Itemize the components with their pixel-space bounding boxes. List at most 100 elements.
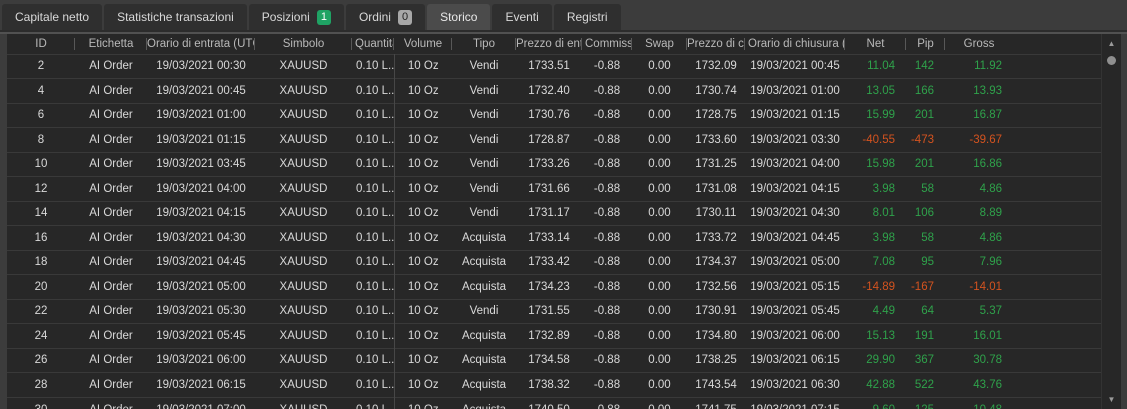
cell: 0.00 [648,329,671,342]
cell: AI Order [89,158,133,171]
cell: 0.10 L... [352,250,395,275]
column-header[interactable]: Prezzo di chi.. [687,34,745,54]
cell: -0.88 [593,305,621,318]
cell: 10 Oz [407,231,439,244]
table-row[interactable]: 4 AI Order 19/03/2021 00:45 XAUUSD 0.10 L...… [7,78,1101,103]
cell: 1730.11 [695,207,737,220]
cell: 19/03/2021 04:15 [750,182,840,195]
table-row[interactable]: 22 AI Order 19/03/2021 05:30 XAUUSD 0.10 L..… [7,299,1101,324]
table-row[interactable]: 26 AI Order 19/03/2021 06:00 XAUUSD 0.10 L..… [7,348,1101,373]
cell: 0.10 L... [352,323,395,348]
table-header-row: IDEtichettaOrario di entrata (UTC..Simbo… [7,34,1101,54]
tab-ordini[interactable]: Ordini 0 [345,4,426,30]
table-row[interactable]: 2 AI Order 19/03/2021 00:30 XAUUSD 0.10 L...… [7,54,1101,79]
cell: Acquista [461,256,507,269]
table-row[interactable]: 14 AI Order 19/03/2021 04:15 XAUUSD 0.10 L..… [7,201,1101,226]
cell: 0.00 [648,182,671,195]
cell: 0.00 [648,305,671,318]
cell: AI Order [89,231,133,244]
scrollbar-thumb[interactable] [1107,56,1116,65]
tab-bar: Capitale netto Statistiche transazioni P… [0,0,1127,30]
column-header[interactable]: Etichetta [75,34,147,54]
tab-label: Posizioni [261,10,310,24]
column-header[interactable]: Tipo [452,34,516,54]
cell: 1733.26 [528,158,570,171]
tab-posizioni[interactable]: Posizioni 1 [248,4,344,30]
cell: 13.05 [866,84,895,97]
cell: 0.00 [632,397,687,409]
cell: 1740.50 [516,397,582,409]
tab-capitale-netto[interactable]: Capitale netto [2,4,103,30]
table-row[interactable]: 10 AI Order 19/03/2021 03:45 XAUUSD 0.10 L..… [7,152,1101,177]
cell: 1738.25 [695,354,737,367]
cell: 12 [34,182,48,195]
table-row[interactable]: 12 AI Order 19/03/2021 04:00 XAUUSD 0.10 L..… [7,176,1101,202]
column-header[interactable]: Quantità [352,34,394,54]
cell: 1741.75 [687,397,745,409]
cell: 1728.75 [695,109,737,122]
table-row[interactable]: 30AI Order19/03/2021 07:00XAUUSD0.10 L..… [7,397,1101,409]
column-header[interactable]: Orario di chiusura (U... [745,34,845,54]
column-header[interactable]: Prezzo di ent.. [516,34,582,54]
cell-filler [1013,152,1101,177]
table-row[interactable]: 6 AI Order 19/03/2021 01:00 XAUUSD 0.10 L...… [7,103,1101,128]
tab-label: Statistiche transazioni [117,10,234,24]
cell: 1731.66 [528,182,570,195]
cell: 19/03/2021 04:00 [750,158,840,171]
cell: -0.88 [593,378,621,391]
column-header[interactable]: Net [845,34,906,54]
cell: Vendi [469,133,499,146]
cell: 1728.87 [528,133,570,146]
cell: XAUUSD [279,378,328,391]
tab-statistiche-transazioni[interactable]: Statistiche transazioni [104,4,247,30]
table-row[interactable]: 18 AI Order 19/03/2021 04:45 XAUUSD 0.10 L..… [7,250,1101,275]
column-header[interactable]: Commissioni [582,34,632,54]
cell-filler [1013,250,1101,275]
cell: -0.88 [593,280,621,293]
cell: 19/03/2021 07:00 [147,397,255,409]
column-header[interactable]: ID [7,34,75,54]
scroll-up-icon[interactable]: ▲ [1108,39,1116,49]
cell: -0.88 [593,329,621,342]
column-header[interactable]: Orario di entrata (UTC.. [147,34,255,54]
cell: 19/03/2021 06:00 [750,329,840,342]
cell: 26 [34,354,48,367]
table-row[interactable]: 24 AI Order 19/03/2021 05:45 XAUUSD 0.10 L..… [7,323,1101,348]
column-header[interactable]: Volume [394,34,452,54]
cell: 64 [921,305,934,318]
column-header[interactable]: Gross [945,34,1013,54]
cell-filler [1013,177,1101,202]
tab-eventi[interactable]: Eventi [492,4,552,30]
table-row[interactable]: 16 AI Order 19/03/2021 04:30 XAUUSD 0.10 L..… [7,225,1101,250]
tab-storico[interactable]: Storico [427,4,491,30]
cell: 5.37 [979,305,1002,318]
vertical-scrollbar[interactable]: ▲ ▼ [1101,34,1121,409]
cell: 11.04 [867,60,895,73]
cell: 10 Oz [407,60,439,73]
cell: 42.88 [866,378,895,391]
column-header[interactable]: Pip [906,34,945,54]
cell: AI Order [89,354,133,367]
cell: 1730.91 [695,305,737,318]
cell: 0.00 [648,109,671,122]
cell: 10.48 [945,397,1013,409]
cell: 7.96 [979,256,1002,269]
cell: -0.88 [582,397,632,409]
table-row[interactable]: 28 AI Order 19/03/2021 06:15 XAUUSD 0.10 L..… [7,372,1101,397]
table-row[interactable]: 8 AI Order 19/03/2021 01:15 XAUUSD 0.10 L...… [7,127,1101,152]
table-row[interactable]: 20 AI Order 19/03/2021 05:00 XAUUSD 0.10 L..… [7,274,1101,299]
cell: 125 [906,397,945,409]
cell: 16.86 [973,158,1002,171]
tab-registri[interactable]: Registri [553,4,621,30]
cell: XAUUSD [279,109,328,122]
cell: 19/03/2021 04:00 [156,182,246,195]
scroll-down-icon[interactable]: ▼ [1102,395,1121,405]
cell: 19/03/2021 01:15 [156,133,246,146]
column-header[interactable]: Simbolo [255,34,352,54]
cell: 0.10 L... [352,103,395,128]
cell: XAUUSD [279,133,328,146]
cell: -39.67 [969,133,1002,146]
cell: 10 Oz [407,280,439,293]
column-header[interactable]: Swap [632,34,687,54]
cell: 0.00 [648,84,671,97]
